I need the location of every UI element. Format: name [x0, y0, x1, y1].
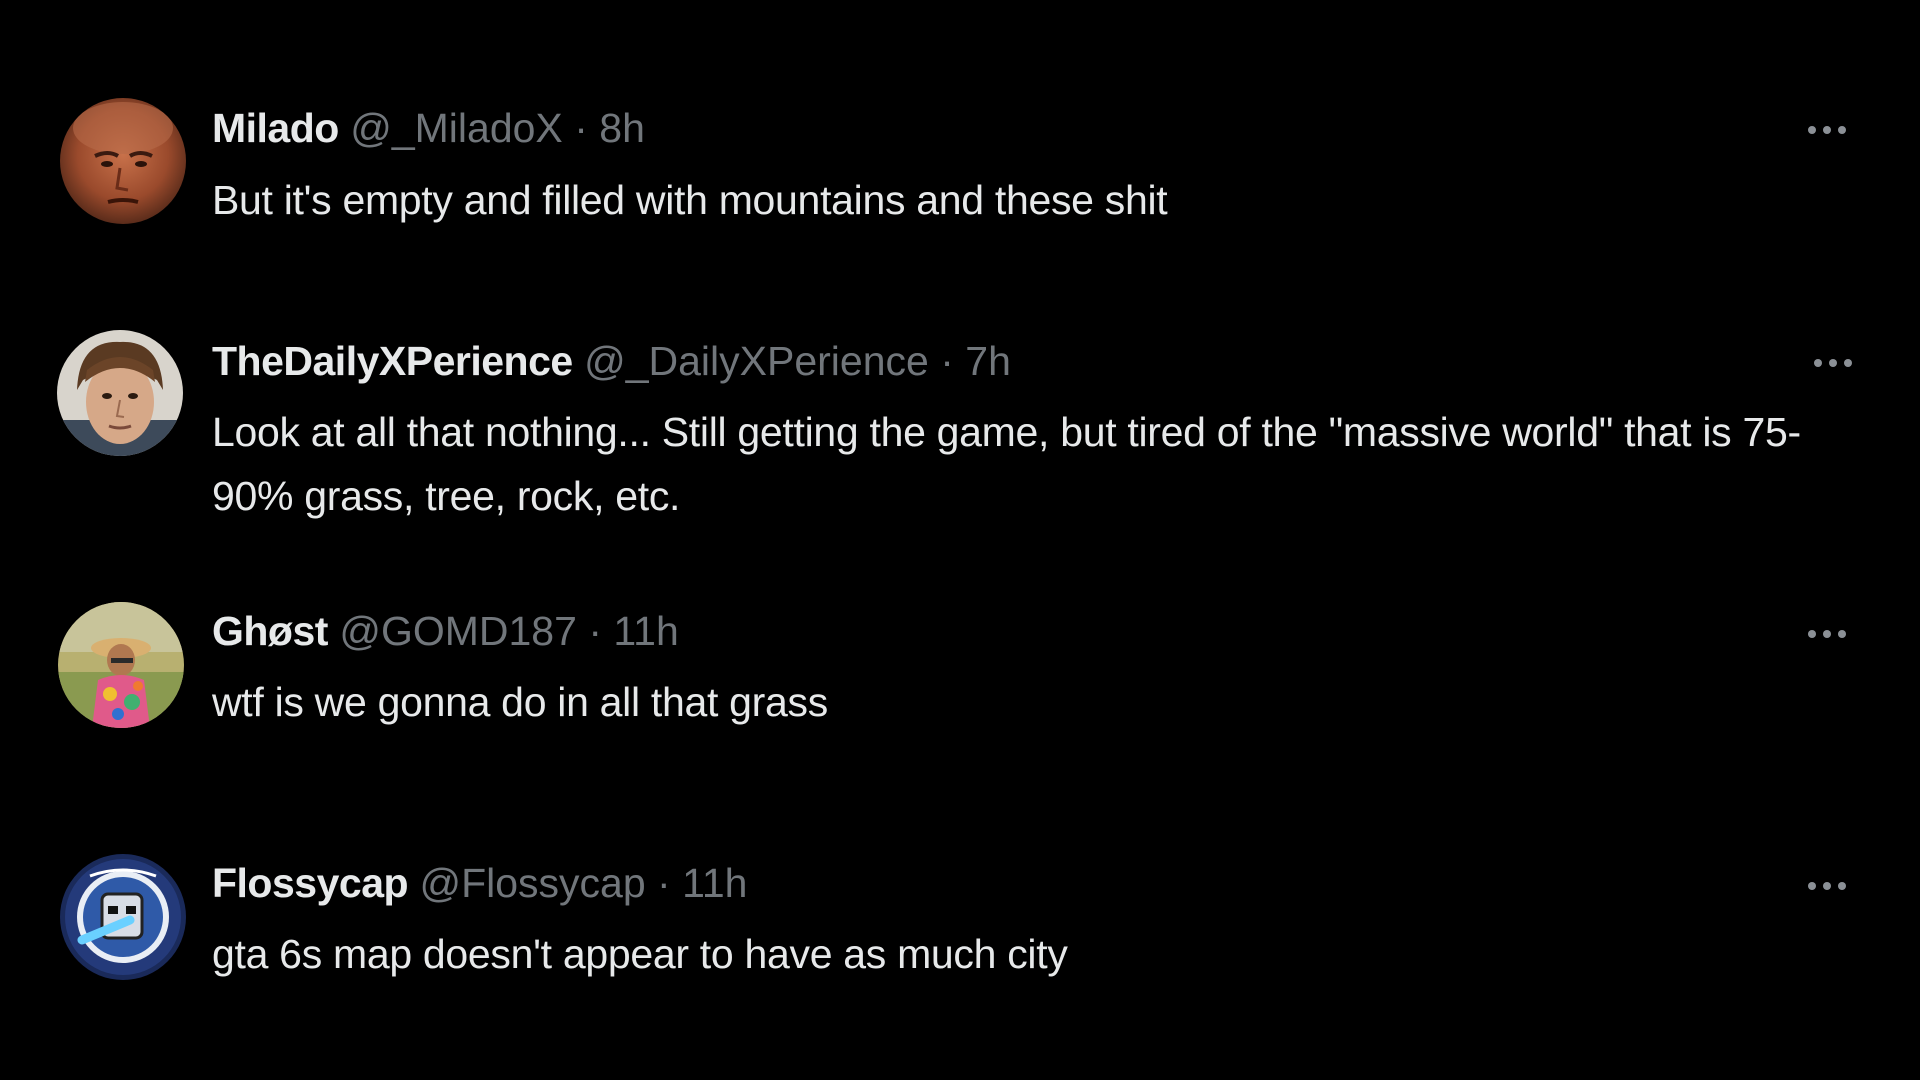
avatar-photo-face-icon: [60, 98, 186, 224]
separator-dot: ·: [657, 860, 671, 906]
avatar-photo-face-icon: [57, 330, 183, 456]
avatar-photo-figure-icon: [58, 602, 184, 728]
display-name[interactable]: Milado: [212, 105, 339, 151]
avatar[interactable]: [60, 854, 186, 980]
display-name[interactable]: Flossycap: [212, 860, 409, 906]
avatar[interactable]: [60, 98, 186, 224]
timestamp[interactable]: 7h: [965, 338, 1011, 384]
reply-text: Look at all that nothing... Still gettin…: [212, 409, 1801, 519]
more-options-icon[interactable]: [1797, 614, 1857, 654]
reply-header: TheDailyXPerience @_DailyXPerience · 7h: [212, 336, 1011, 386]
display-name[interactable]: Ghøst: [212, 608, 328, 654]
display-name[interactable]: TheDailyXPerience: [212, 338, 573, 384]
timestamp[interactable]: 11h: [682, 860, 747, 906]
more-options-icon[interactable]: [1803, 343, 1863, 383]
user-handle[interactable]: @_DailyXPerience: [584, 338, 929, 384]
reply-text: But it's empty and filled with mountains…: [212, 177, 1168, 223]
reply-text: wtf is we gonna do in all that grass: [212, 679, 828, 725]
timestamp[interactable]: 8h: [599, 105, 645, 151]
separator-dot: ·: [574, 105, 588, 151]
user-handle[interactable]: @GOMD187: [339, 608, 577, 654]
separator-dot: ·: [940, 338, 954, 384]
avatar-logo-badge-icon: [60, 854, 186, 980]
timestamp[interactable]: 11h: [613, 608, 678, 654]
separator-dot: ·: [588, 608, 602, 654]
more-options-icon[interactable]: [1797, 866, 1857, 906]
reply-header: Milado @_MiladoX · 8h: [212, 103, 645, 153]
avatar[interactable]: [58, 602, 184, 728]
more-options-icon[interactable]: [1797, 110, 1857, 150]
user-handle[interactable]: @Flossycap: [419, 860, 645, 906]
avatar[interactable]: [57, 330, 183, 456]
user-handle[interactable]: @_MiladoX: [350, 105, 563, 151]
reply-header: Ghøst @GOMD187 · 11h: [212, 606, 679, 656]
reply-header: Flossycap @Flossycap · 11h: [212, 858, 747, 908]
reply-text: gta 6s map doesn't appear to have as muc…: [212, 931, 1068, 977]
